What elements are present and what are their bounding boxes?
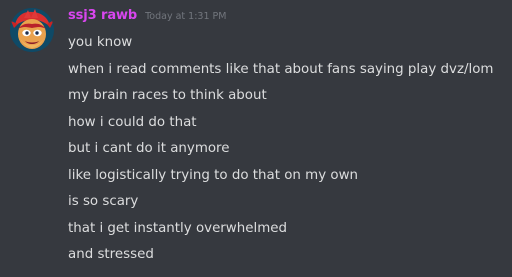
- message-line[interactable]: like logistically trying to do that on m…: [68, 164, 493, 191]
- message-group: ssj3 rawb Today at 1:31 PM you know when…: [0, 0, 512, 277]
- message-line[interactable]: my brain races to think about: [68, 84, 493, 111]
- message-line[interactable]: when i read comments like that about fan…: [68, 58, 493, 85]
- message-list: you know when i read comments like that …: [68, 31, 493, 270]
- message-line[interactable]: how i could do that: [68, 111, 493, 138]
- timestamp[interactable]: Today at 1:31 PM: [145, 11, 226, 22]
- username[interactable]: ssj3 rawb: [68, 8, 137, 23]
- message-line[interactable]: but i cant do it anymore: [68, 137, 493, 164]
- message-header: ssj3 rawb Today at 1:31 PM: [68, 8, 226, 30]
- message-line[interactable]: and stressed: [68, 243, 493, 270]
- message-line[interactable]: is so scary: [68, 190, 493, 217]
- avatar[interactable]: [10, 8, 54, 52]
- message-line[interactable]: you know: [68, 31, 493, 58]
- message-line[interactable]: that i get instantly overwhelmed: [68, 217, 493, 244]
- cartoon-avatar-icon: [10, 8, 54, 52]
